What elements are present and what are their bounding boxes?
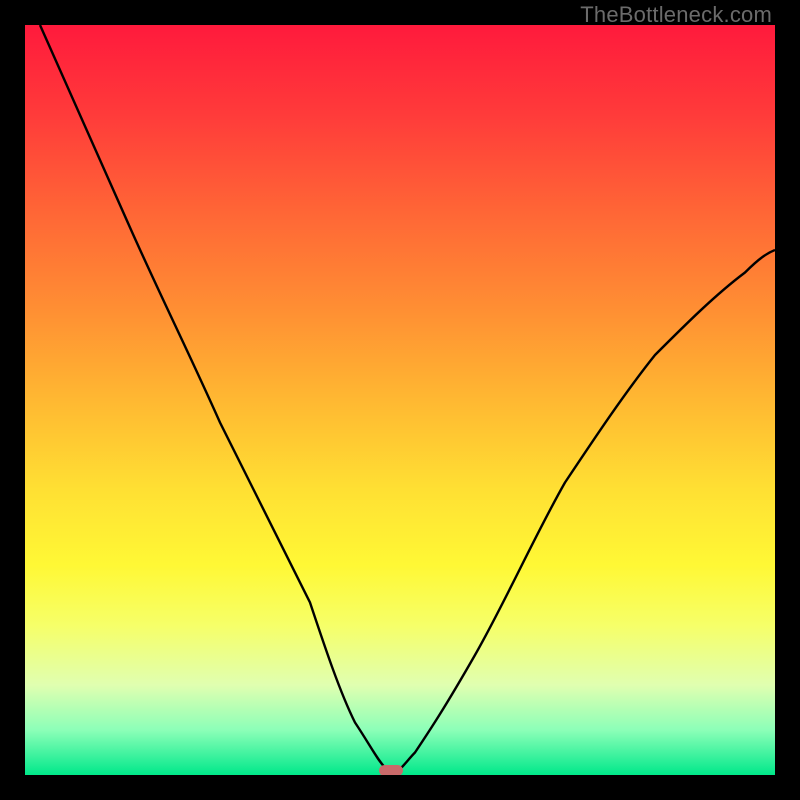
chart-plot-area xyxy=(25,25,775,775)
watermark-text: TheBottleneck.com xyxy=(580,2,772,28)
bottleneck-curve xyxy=(40,25,775,771)
bottleneck-curve-svg xyxy=(25,25,775,775)
chart-frame: TheBottleneck.com xyxy=(0,0,800,800)
minimum-marker xyxy=(379,765,403,775)
